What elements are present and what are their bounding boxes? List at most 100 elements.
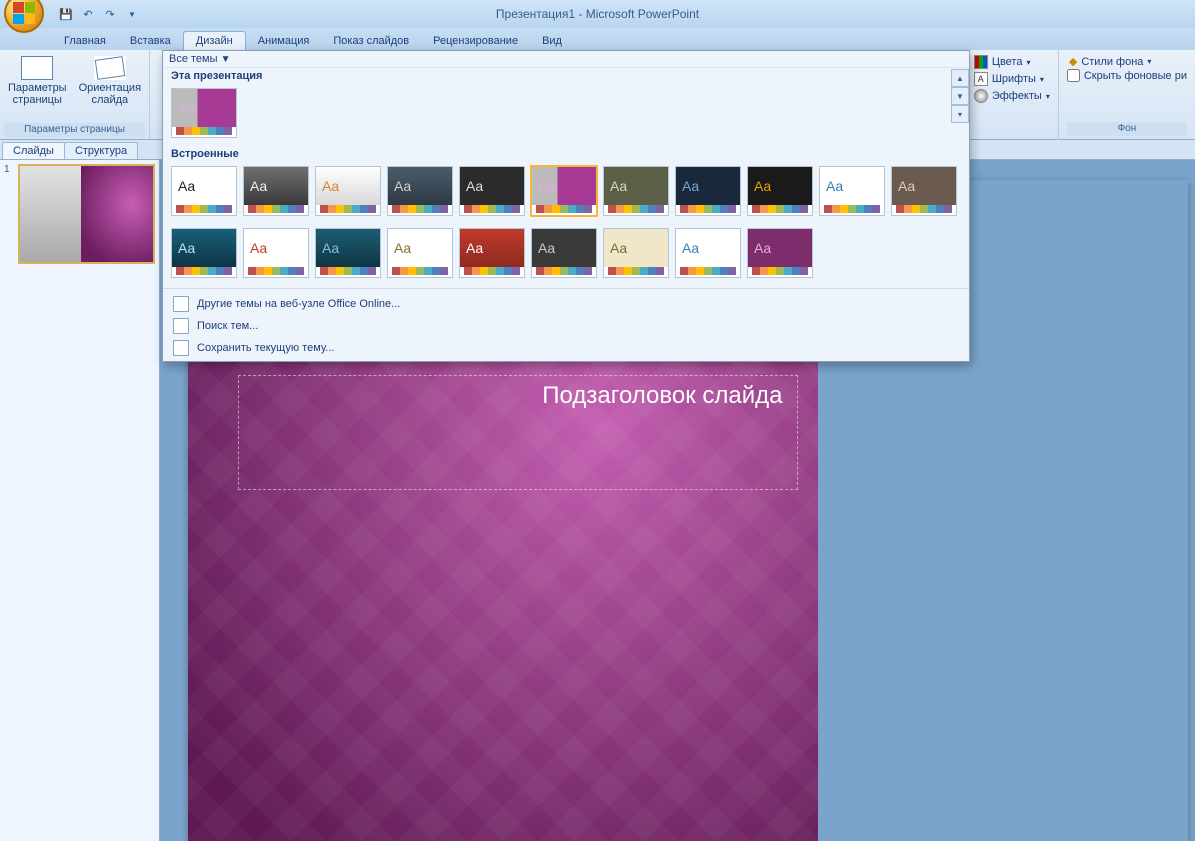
themes-gallery-dropdown: Все темы ▼ Эта презентация Aa Встроенные… <box>162 50 970 362</box>
theme-tile-aa: Aa <box>466 240 483 256</box>
theme-tile[interactable]: Aa <box>387 166 453 216</box>
effects-icon <box>974 89 988 103</box>
tab-animation[interactable]: Анимация <box>246 32 322 50</box>
theme-palette <box>748 205 812 215</box>
theme-tile[interactable]: Aa <box>171 166 237 216</box>
theme-tile-aa: Aa <box>610 178 627 194</box>
tab-view[interactable]: Вид <box>530 32 574 50</box>
theme-tile-aa: Aa <box>178 178 195 194</box>
ribbon-right: Цвета ▾ AШрифты ▾ Эффекты ▾ ◆Стили фона … <box>965 50 1195 140</box>
theme-tile-aa: Aa <box>682 240 699 256</box>
ribbon-group-label-page-setup: Параметры страницы <box>4 123 145 137</box>
menu-save-label: Сохранить текущую тему... <box>197 342 334 354</box>
tab-design[interactable]: Дизайн <box>183 31 246 50</box>
gallery-header[interactable]: Все темы ▼ <box>163 51 969 68</box>
thumb-bg-left <box>20 166 81 262</box>
redo-icon[interactable]: ↷ <box>100 4 120 24</box>
gallery-scroll-down[interactable]: ▼ <box>951 87 969 105</box>
ribbon-group-label-background: Фон <box>1067 122 1187 136</box>
theme-tile[interactable]: Aa <box>747 228 813 278</box>
save-theme-icon <box>173 340 189 356</box>
fonts-button[interactable]: AШрифты ▾ <box>972 71 1052 87</box>
page-setup-label: Параметры страницы <box>8 82 67 106</box>
fonts-label: Шрифты <box>992 73 1036 85</box>
theme-tile[interactable]: Aa <box>459 228 525 278</box>
theme-tile-current[interactable]: Aa <box>171 88 237 138</box>
theme-palette <box>460 205 524 215</box>
colors-button[interactable]: Цвета ▾ <box>972 54 1052 70</box>
menu-save-current-theme[interactable]: Сохранить текущую тему... <box>163 337 969 359</box>
colors-label: Цвета <box>992 56 1023 68</box>
theme-tile[interactable]: Aa <box>459 166 525 216</box>
theme-tile[interactable]: Aa <box>675 166 741 216</box>
theme-tile[interactable]: Aa <box>819 166 885 216</box>
theme-tile[interactable]: Aa <box>603 166 669 216</box>
theme-tile[interactable]: Aa <box>603 228 669 278</box>
theme-palette <box>460 267 524 277</box>
tab-review[interactable]: Рецензирование <box>421 32 530 50</box>
subtitle-placeholder[interactable]: Подзаголовок слайда <box>238 375 798 490</box>
thumb-bg-right <box>81 166 153 262</box>
theme-tile-aa: Aa <box>898 178 915 194</box>
background-styles-button[interactable]: ◆Стили фона ▾ <box>1067 54 1187 69</box>
window-title: Презентация1 - Microsoft PowerPoint <box>496 7 699 21</box>
theme-tile[interactable]: Aa <box>747 166 813 216</box>
folder-icon <box>173 318 189 334</box>
gallery-scroll-up[interactable]: ▲ <box>951 69 969 87</box>
theme-tile-aa: Aa <box>250 178 267 194</box>
theme-tile[interactable]: Aa <box>675 228 741 278</box>
gallery-menu: Другие темы на веб-узле Office Online...… <box>163 291 969 361</box>
gallery-all-themes-label: Все темы <box>169 53 218 65</box>
panel-tab-outline[interactable]: Структура <box>64 142 138 159</box>
theme-tile-aa: Aa <box>394 240 411 256</box>
theme-tile[interactable]: Aa <box>315 166 381 216</box>
undo-icon[interactable]: ↶ <box>78 4 98 24</box>
theme-tile[interactable]: Aa <box>315 228 381 278</box>
effects-label: Эффекты <box>992 90 1042 102</box>
theme-tile-aa: Aa <box>538 240 555 256</box>
chevron-down-icon: ▾ <box>1046 92 1050 101</box>
theme-tile-aa: Aa <box>178 100 195 116</box>
theme-palette <box>316 267 380 277</box>
qat-dropdown-icon[interactable]: ▼ <box>122 4 142 24</box>
effects-button[interactable]: Эффекты ▾ <box>972 88 1052 104</box>
thumb-number: 1 <box>4 164 14 264</box>
tab-insert[interactable]: Вставка <box>118 32 183 50</box>
gallery-scroll-more[interactable]: ▾ <box>951 105 969 123</box>
theme-palette <box>748 267 812 277</box>
save-icon[interactable]: 💾 <box>56 4 76 24</box>
theme-palette <box>604 205 668 215</box>
theme-tile[interactable]: Aa <box>531 228 597 278</box>
title-bar: 💾 ↶ ↷ ▼ Презентация1 - Microsoft PowerPo… <box>0 0 1195 28</box>
panel-tab-slides[interactable]: Слайды <box>2 142 65 159</box>
theme-tile[interactable]: Aa <box>387 228 453 278</box>
theme-tile-aa: Aa <box>610 240 627 256</box>
theme-tile-aa: Aa <box>754 240 771 256</box>
orientation-button[interactable]: Ориентация слайда <box>73 54 147 123</box>
theme-tile-aa: Aa <box>322 240 339 256</box>
tab-slideshow[interactable]: Показ слайдов <box>321 32 421 50</box>
hide-background-checkbox[interactable]: Скрыть фоновые ри <box>1067 69 1187 82</box>
theme-tile[interactable]: Aa <box>891 166 957 216</box>
globe-icon <box>173 296 189 312</box>
theme-tile[interactable]: Aa <box>531 166 597 216</box>
theme-tile-aa: Aa <box>466 178 483 194</box>
menu-more-themes-online[interactable]: Другие темы на веб-узле Office Online... <box>163 293 969 315</box>
theme-tile[interactable]: Aa <box>243 228 309 278</box>
menu-browse-label: Поиск тем... <box>197 320 258 332</box>
tab-home[interactable]: Главная <box>52 32 118 50</box>
theme-tile[interactable]: Aa <box>243 166 309 216</box>
theme-tile[interactable]: Aa <box>171 228 237 278</box>
hide-bg-input[interactable] <box>1067 69 1080 82</box>
page-setup-button[interactable]: Параметры страницы <box>2 54 73 123</box>
menu-more-online-label: Другие темы на веб-узле Office Online... <box>197 298 400 310</box>
bg-styles-label: Стили фона <box>1081 56 1143 68</box>
theme-tile-aa: Aa <box>754 178 771 194</box>
theme-palette <box>244 205 308 215</box>
gallery-row-builtin-2: Aa Aa Aa Aa Aa Aa Aa Aa Aa <box>163 224 969 286</box>
slide-thumbnail-1[interactable] <box>18 164 155 264</box>
slide-thumbnail-panel: 1 <box>0 160 160 841</box>
theme-tile-aa: Aa <box>250 240 267 256</box>
menu-browse-themes[interactable]: Поиск тем... <box>163 315 969 337</box>
theme-palette <box>388 267 452 277</box>
